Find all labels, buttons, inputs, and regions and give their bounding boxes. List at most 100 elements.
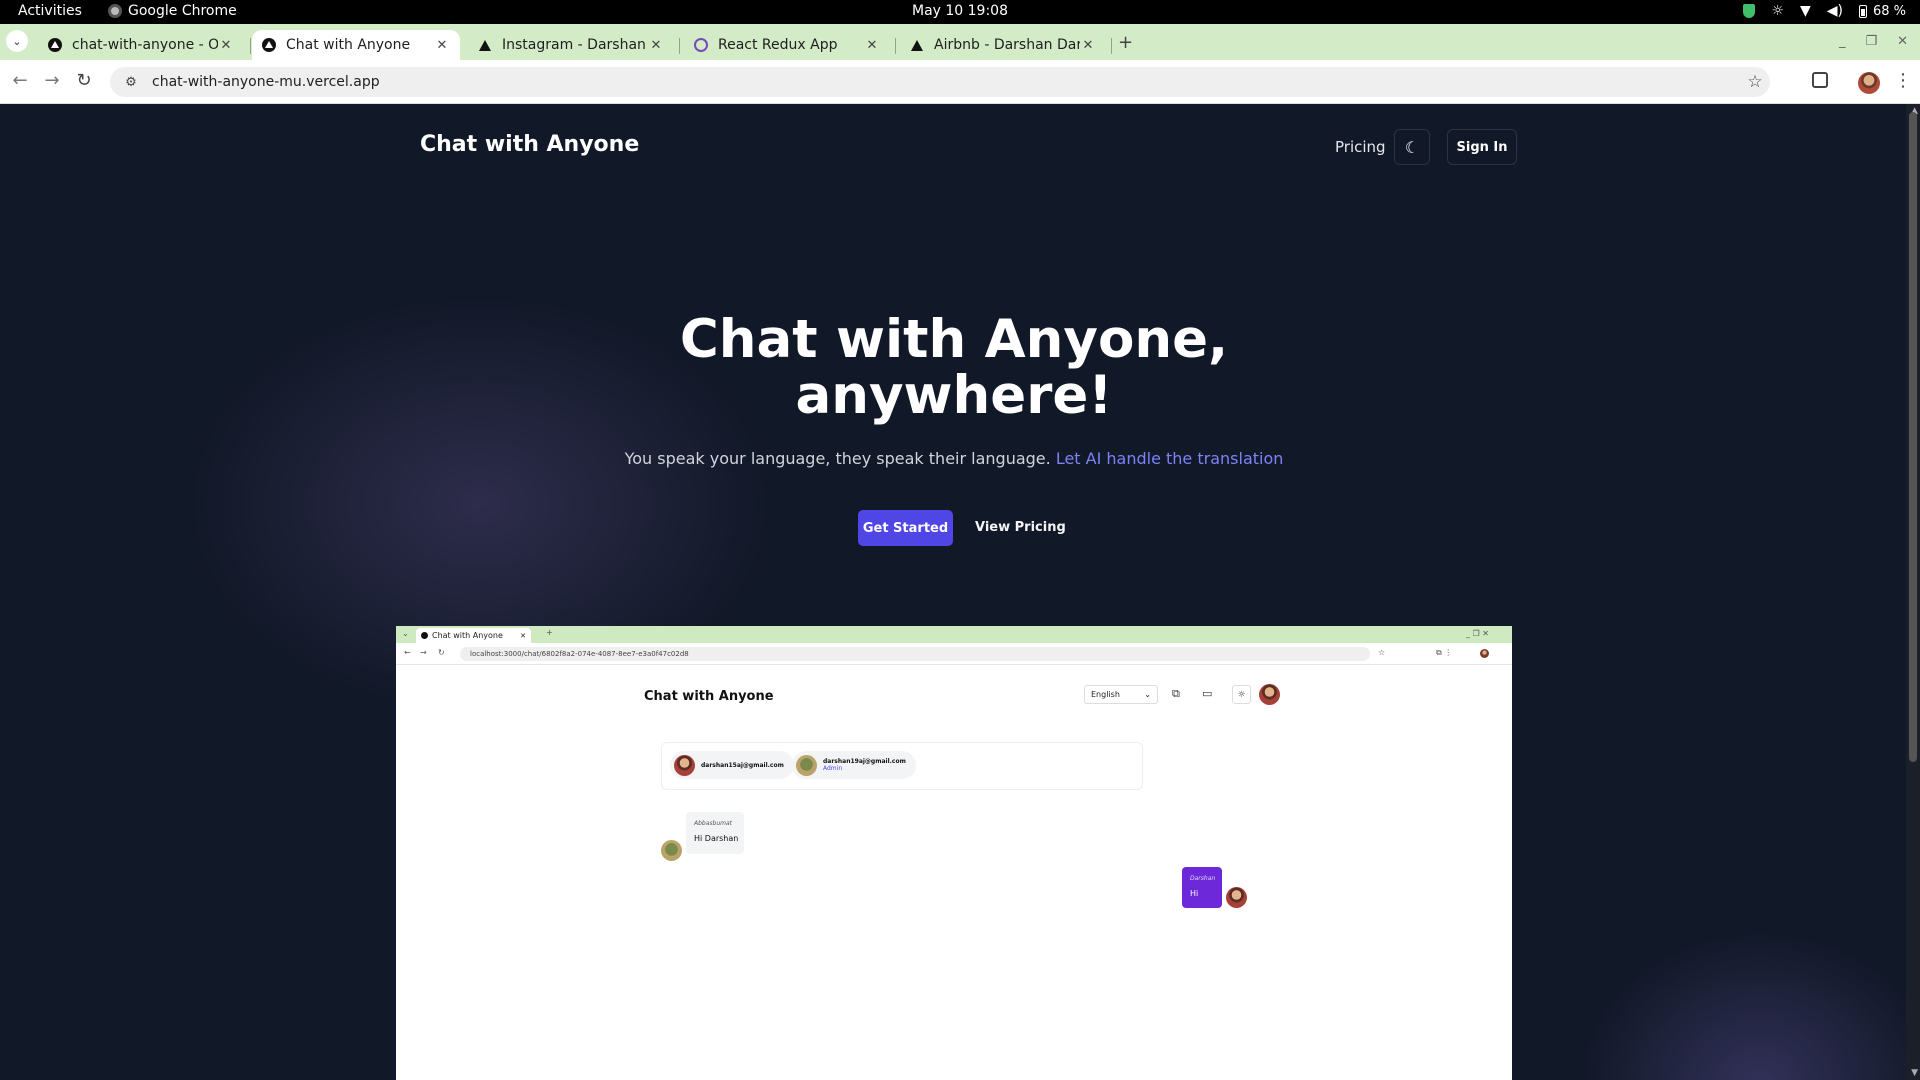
toolbar-icons: ⧉ ⋮ <box>1436 648 1453 657</box>
view-pricing-link[interactable]: View Pricing <box>975 520 1066 535</box>
tab-divider <box>895 38 896 54</box>
message-bubble-sent: Darshan Hi <box>1182 867 1222 908</box>
vercel-icon <box>262 38 276 52</box>
message-sender: Abbasbumat <box>694 820 733 827</box>
tab-divider <box>679 38 680 54</box>
message-text: Hi <box>1190 889 1199 898</box>
redux-icon <box>694 38 708 52</box>
new-chat-icon: ▭ <box>1202 687 1213 700</box>
tab-search-button[interactable]: ⌄ <box>6 30 28 52</box>
hero-title: Chat with Anyone, anywhere! <box>0 312 1908 424</box>
avatar <box>674 754 695 776</box>
tab-title: Airbnb - Darshan Darshu <box>934 37 1080 53</box>
more-menu-icon[interactable]: ⋮ <box>1894 70 1912 91</box>
tab-react-redux-app[interactable]: React Redux App ✕ <box>684 30 890 60</box>
shield-icon <box>1743 4 1756 18</box>
forward-arrow-icon: → <box>420 648 427 657</box>
browser-toolbar: ← → ↻ ⚙ chat-with-anyone-mu.vercel.app ☆… <box>0 60 1920 104</box>
product-screenshot: ⌄ Chat with Anyone ✕ + _ ❐ ✕ ← → ↻ local… <box>396 626 1512 1080</box>
restore-icon[interactable]: ❐ <box>1865 34 1877 49</box>
close-icon[interactable]: ✕ <box>864 38 880 53</box>
scrollbar-thumb[interactable] <box>1909 112 1917 762</box>
extensions-icon[interactable] <box>1812 72 1828 88</box>
bookmark-star-icon: ☆ <box>1378 648 1386 657</box>
avatar <box>796 754 817 776</box>
participant-chip: darshan15aj@gmail.com <box>670 751 794 779</box>
tab-title: Chat with Anyone <box>286 37 411 53</box>
tab-chat-with-anyone[interactable]: Chat with Anyone ✕ <box>252 30 460 60</box>
close-icon[interactable]: ✕ <box>434 38 450 53</box>
screenshot-tab: Chat with Anyone ✕ <box>416 628 531 643</box>
battery-percent: 68 % <box>1872 3 1906 19</box>
tab-instagram[interactable]: Instagram - Darshan Dar ✕ <box>468 30 674 60</box>
bookmark-star-icon[interactable]: ☆ <box>1740 72 1770 92</box>
chevron-down-icon: ⌄ <box>402 629 409 638</box>
window-controls: _ ❐ ✕ <box>1839 34 1908 49</box>
vercel-icon <box>421 632 428 639</box>
scroll-down-icon[interactable]: ▼ <box>1911 1068 1918 1078</box>
participant-role: Admin <box>823 765 843 772</box>
tab-title: React Redux App <box>718 37 838 53</box>
message-sender: Darshan <box>1190 875 1216 882</box>
profile-avatar[interactable] <box>1858 72 1880 94</box>
screenshot-app-title: Chat with Anyone <box>644 689 774 704</box>
tab-title: Instagram - Darshan Dar <box>502 37 648 53</box>
activities-button[interactable]: Activities <box>18 3 82 19</box>
screenshot-address-bar: localhost:3000/chat/6802f8a2-074e-4087-8… <box>460 647 1370 661</box>
tab-airbnb[interactable]: Airbnb - Darshan Darshu ✕ <box>900 30 1106 60</box>
tab-strip: ⌄ chat-with-anyone - Over ✕ Chat with An… <box>0 24 1920 60</box>
chevron-down-icon: ⌄ <box>12 34 22 48</box>
tab-title: chat-with-anyone - Over <box>72 37 218 53</box>
message-text: Hi Darshan <box>694 834 739 843</box>
sign-in-button[interactable]: Sign In <box>1447 129 1517 165</box>
app-menu[interactable]: Google Chrome <box>108 3 237 19</box>
forward-arrow-icon[interactable]: → <box>40 70 64 94</box>
reload-icon[interactable]: ↻ <box>72 70 96 94</box>
tab-chat-with-anyone-overview[interactable]: chat-with-anyone - Over ✕ <box>38 30 244 60</box>
screenshot-tab-strip: ⌄ Chat with Anyone ✕ + _ ❐ ✕ <box>396 626 1512 643</box>
close-icon[interactable]: ✕ <box>648 38 664 53</box>
close-window-icon[interactable]: ✕ <box>1897 34 1908 49</box>
hero-subtitle: You speak your language, they speak thei… <box>0 449 1908 468</box>
screenshot-toolbar: ← → ↻ localhost:3000/chat/6802f8a2-074e-… <box>396 643 1512 665</box>
back-arrow-icon: ← <box>404 648 411 657</box>
message-bubble-received: Abbasbumat Hi Darshan <box>686 812 744 854</box>
new-tab-icon: + <box>546 628 553 637</box>
new-tab-button[interactable]: + <box>1118 32 1133 53</box>
chevron-down-icon: ⌄ <box>1144 690 1151 699</box>
participant-email: darshan19aj@gmail.com <box>823 758 906 765</box>
close-icon: ✕ <box>520 631 526 640</box>
tab-divider <box>250 38 251 54</box>
reload-icon: ↻ <box>438 648 445 657</box>
tab-divider <box>1111 38 1112 54</box>
theme-toggle-button[interactable]: ☾ <box>1394 129 1430 165</box>
user-avatar <box>1259 684 1280 705</box>
scrollbar[interactable]: ▲ ▼ <box>1906 104 1920 1080</box>
minimize-icon[interactable]: _ <box>1839 34 1846 49</box>
get-started-button[interactable]: Get Started <box>858 510 953 546</box>
close-icon[interactable]: ✕ <box>1080 38 1096 53</box>
site-info-icon[interactable]: ⚙ <box>116 75 146 90</box>
chrome-icon <box>108 4 122 18</box>
system-tray[interactable]: ☼ ▼ ◀) 68 % <box>1743 3 1906 19</box>
os-top-bar: Activities Google Chrome May 10 19:08 ☼ … <box>0 0 1920 24</box>
address-bar[interactable]: ⚙ chat-with-anyone-mu.vercel.app ☆ <box>110 67 1770 97</box>
battery-icon <box>1858 4 1867 18</box>
screenshot-url: localhost:3000/chat/6802f8a2-074e-4087-8… <box>470 650 689 658</box>
close-icon[interactable]: ✕ <box>218 38 234 53</box>
app-name: Google Chrome <box>128 3 237 19</box>
page-viewport: Chat with Anyone Pricing ☾ Sign In Chat … <box>0 104 1920 1080</box>
clock[interactable]: May 10 19:08 <box>0 3 1920 19</box>
brightness-icon: ☼ <box>1771 3 1784 19</box>
participant-chip: darshan19aj@gmail.com Admin <box>792 751 916 779</box>
moon-icon: ☾ <box>1404 137 1420 157</box>
back-arrow-icon[interactable]: ← <box>8 70 32 94</box>
avatar <box>661 840 682 861</box>
volume-icon: ◀) <box>1826 3 1843 19</box>
nav-pricing-link[interactable]: Pricing <box>1335 138 1386 156</box>
chats-icon: ⧉ <box>1172 687 1180 700</box>
site-logo[interactable]: Chat with Anyone <box>420 132 639 157</box>
url-text[interactable]: chat-with-anyone-mu.vercel.app <box>152 74 1740 90</box>
avatar <box>1226 887 1247 908</box>
subtitle-text: You speak your language, they speak thei… <box>624 449 1056 468</box>
